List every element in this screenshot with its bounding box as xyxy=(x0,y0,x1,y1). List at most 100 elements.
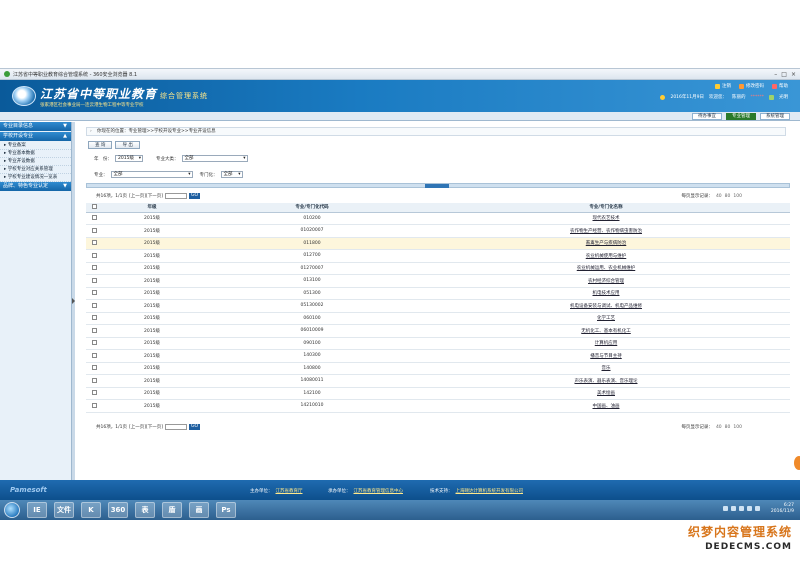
row-select-cell[interactable] xyxy=(86,324,102,338)
minimize-button[interactable]: – xyxy=(774,71,777,78)
table-row[interactable]: 2015级 14210010 中国画、油画 xyxy=(86,399,790,413)
major-name-link[interactable]: 音乐 xyxy=(602,366,611,371)
major-name-link[interactable]: 计算机应用 xyxy=(595,341,618,346)
row-checkbox[interactable] xyxy=(91,352,97,358)
table-row[interactable]: 2015级 05130002 机电设备安装与调试、机电产品维修 xyxy=(86,299,790,313)
go-button[interactable]: GO xyxy=(189,424,201,430)
sidebar-section-brand-majors[interactable]: 品牌、特色专业认定 ▼ xyxy=(0,182,71,191)
table-row[interactable]: 2015级 013100 农村经济综合管理 xyxy=(86,274,790,288)
go-button[interactable]: GO xyxy=(189,193,201,199)
filter-collapse-bar[interactable] xyxy=(86,183,790,188)
tray-icon[interactable] xyxy=(747,506,752,511)
page-size-80[interactable]: 80 xyxy=(725,194,731,199)
major-name-link[interactable]: 美术绘画 xyxy=(597,391,615,396)
taskbar-k-icon[interactable]: K xyxy=(81,502,101,518)
page-size-40[interactable]: 40 xyxy=(716,194,722,199)
tab-major-management[interactable]: 专业管理 xyxy=(726,113,756,120)
row-checkbox[interactable] xyxy=(91,365,97,371)
tray-icon[interactable] xyxy=(731,506,736,511)
floating-widget[interactable] xyxy=(794,456,800,470)
major-name-link[interactable]: 声乐表演、器乐表演、音乐理论 xyxy=(575,379,638,384)
row-checkbox[interactable] xyxy=(91,302,97,308)
pager-nav[interactable]: [上一页][下一页] xyxy=(129,424,163,430)
row-checkbox[interactable] xyxy=(91,227,97,233)
major-name-link[interactable]: 播音与节目主持 xyxy=(590,354,622,359)
sidebar-item-mapping[interactable]: ▸ 学校专业对应关系管理 xyxy=(0,166,71,174)
tab-todo[interactable]: 待办事宜 xyxy=(692,113,722,120)
row-select-cell[interactable] xyxy=(86,362,102,375)
row-checkbox[interactable] xyxy=(91,240,97,246)
category-select[interactable]: 全部 xyxy=(181,155,248,162)
row-checkbox[interactable] xyxy=(91,327,97,333)
specialization-select[interactable]: 全部 xyxy=(220,171,243,178)
major-name-link[interactable]: 机电设备安装与调试、机电产品维修 xyxy=(570,304,642,309)
major-name-link[interactable]: 畜禽生产与疾病防治 xyxy=(586,241,627,246)
row-checkbox[interactable] xyxy=(91,402,97,408)
sidebar-splitter[interactable] xyxy=(72,122,75,480)
major-name-link[interactable]: 农业机械运用、农业机械维护 xyxy=(577,266,636,271)
sidebar-item-basic-data[interactable]: ▸ 专业基本数据 xyxy=(0,150,71,158)
row-checkbox[interactable] xyxy=(91,390,97,396)
table-row[interactable]: 2015级 011800 畜禽生产与疾病防治 xyxy=(86,237,790,250)
row-select-cell[interactable] xyxy=(86,337,102,350)
row-select-cell[interactable] xyxy=(86,387,102,400)
row-select-cell[interactable] xyxy=(86,237,102,250)
major-select[interactable]: 全部 xyxy=(110,171,193,178)
row-checkbox[interactable] xyxy=(91,277,97,283)
row-checkbox[interactable] xyxy=(91,290,97,296)
table-row[interactable]: 2015级 051300 机电技术应用 xyxy=(86,287,790,300)
sidebar-item-overview[interactable]: ▸ 学校专业建设情况一览表 xyxy=(0,174,71,182)
taskbar-shield-icon[interactable]: 盾 xyxy=(162,502,182,518)
sidebar-item-offering-data[interactable]: ▸ 专业开设数据 xyxy=(0,158,71,166)
logout-link[interactable]: 注销 xyxy=(715,83,731,89)
table-row[interactable]: 2015级 06010009 无机化工、基本有机化工 xyxy=(86,324,790,338)
taskbar-360-icon[interactable]: 360 xyxy=(108,502,128,518)
major-name-link[interactable]: 中国画、油画 xyxy=(593,404,620,409)
tab-system-management[interactable]: 系统管理 xyxy=(760,113,790,120)
tray-icon[interactable] xyxy=(723,506,728,511)
row-select-cell[interactable] xyxy=(86,274,102,288)
maximize-button[interactable]: □ xyxy=(781,71,787,78)
row-select-cell[interactable] xyxy=(86,249,102,263)
row-checkbox[interactable] xyxy=(91,215,97,221)
close-button[interactable]: × xyxy=(791,71,796,78)
table-row[interactable]: 2015级 010200 现代农艺技术 xyxy=(86,212,790,225)
table-row[interactable]: 2015级 14080011 声乐表演、器乐表演、音乐理论 xyxy=(86,374,790,388)
row-select-cell[interactable] xyxy=(86,212,102,225)
select-all-cell[interactable] xyxy=(86,203,102,213)
row-checkbox[interactable] xyxy=(91,340,97,346)
clock[interactable]: 6:27 2016/11/9 xyxy=(771,503,794,515)
organizer-link[interactable]: 江苏省教育管理信息中心 xyxy=(354,488,404,494)
select-all-checkbox[interactable] xyxy=(91,204,97,210)
table-row[interactable]: 2015级 012700 农业机械使用与维护 xyxy=(86,249,790,263)
row-checkbox[interactable] xyxy=(91,377,97,383)
major-name-link[interactable]: 化学工艺 xyxy=(597,316,615,321)
table-row[interactable]: 2015级 01270007 农业机械运用、农业机械维护 xyxy=(86,262,790,275)
row-select-cell[interactable] xyxy=(86,349,102,363)
table-row[interactable]: 2015级 142100 美术绘画 xyxy=(86,387,790,400)
table-row[interactable]: 2015级 090100 计算机应用 xyxy=(86,337,790,350)
taskbar-photoshop-icon[interactable]: Ps xyxy=(216,502,236,518)
export-button[interactable]: 导 出 xyxy=(115,141,140,149)
major-name-link[interactable]: 无机化工、基本有机化工 xyxy=(581,329,631,334)
pager-nav[interactable]: [上一页][下一页] xyxy=(129,193,163,199)
page-size-40[interactable]: 40 xyxy=(716,425,722,430)
collapse-handle[interactable] xyxy=(425,184,449,188)
major-name-link[interactable]: 农业机械使用与维护 xyxy=(586,254,627,259)
row-checkbox[interactable] xyxy=(91,265,97,271)
support-link[interactable]: 上海颐达计算机系统开发有限公司 xyxy=(456,488,524,494)
row-select-cell[interactable] xyxy=(86,299,102,313)
taskbar-ie-icon[interactable]: IE xyxy=(27,502,47,518)
year-select[interactable]: 2015级 xyxy=(115,155,143,162)
help-link[interactable]: 帮助 xyxy=(772,83,788,89)
row-select-cell[interactable] xyxy=(86,374,102,388)
page-input[interactable] xyxy=(165,193,187,199)
collapse-arrow-icon[interactable] xyxy=(72,298,75,304)
taskbar-paint-icon[interactable]: 画 xyxy=(189,502,209,518)
table-row[interactable]: 2015级 01020007 农作物生产经营、农作物病虫害防治 xyxy=(86,224,790,238)
row-select-cell[interactable] xyxy=(86,312,102,325)
major-name-link[interactable]: 农作物生产经营、农作物病虫害防治 xyxy=(570,229,642,234)
change-password-link[interactable]: 修改密码 xyxy=(739,83,764,89)
taskbar-folder-icon[interactable]: 文件 xyxy=(54,502,74,518)
row-select-cell[interactable] xyxy=(86,224,102,238)
